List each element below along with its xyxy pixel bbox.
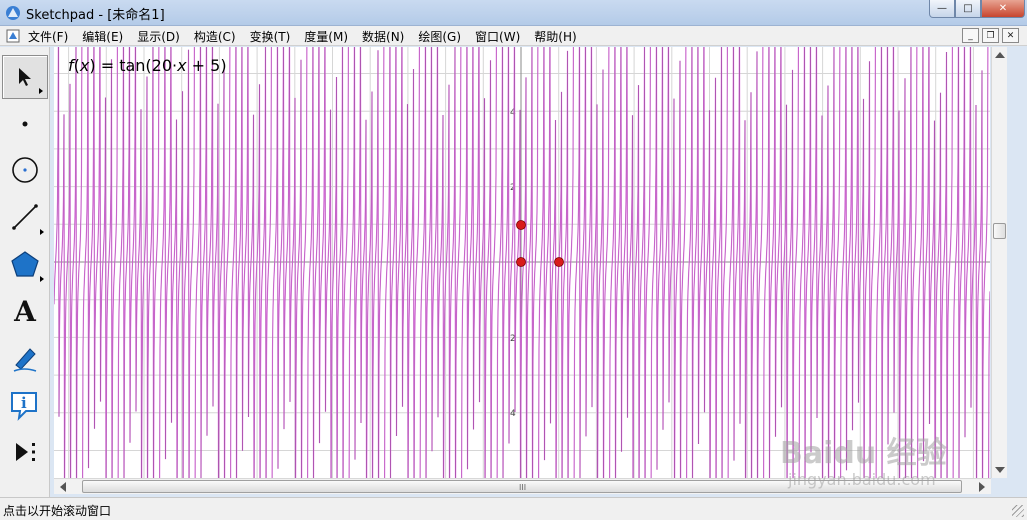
function-expression: = tan(20· bbox=[95, 56, 178, 75]
custom-tool[interactable] bbox=[2, 430, 48, 474]
polygon-tool-icon bbox=[11, 251, 39, 277]
toolbox: A i bbox=[0, 47, 50, 499]
point-tool-icon bbox=[22, 121, 28, 127]
function-name: f bbox=[68, 56, 74, 75]
horizontal-scrollbar[interactable]: III bbox=[54, 478, 991, 494]
marker-tool-icon bbox=[13, 348, 37, 372]
function-variable-2: x bbox=[177, 56, 187, 75]
status-text: 点击以开始滚动窗口 bbox=[3, 504, 112, 518]
resize-grip-icon[interactable] bbox=[1012, 505, 1024, 517]
origin-point[interactable] bbox=[516, 257, 526, 267]
document-icon[interactable] bbox=[6, 29, 20, 43]
menu-measure[interactable]: 度量(M) bbox=[304, 28, 348, 45]
arrow-select-tool-icon bbox=[19, 68, 31, 86]
sketch-canvas[interactable]: 4 2 2 4 f(x) = tan(20·x + 5) bbox=[54, 47, 990, 478]
unit-point[interactable] bbox=[516, 220, 526, 230]
scroll-left-icon[interactable] bbox=[60, 482, 66, 492]
tool-submenu-indicator bbox=[40, 276, 44, 282]
window-title: Sketchpad - [未命名1] bbox=[26, 8, 165, 23]
minimize-button[interactable]: — bbox=[929, 0, 955, 18]
scroll-grip-icon: III bbox=[519, 483, 527, 492]
status-bar: 点击以开始滚动窗口 bbox=[0, 497, 1027, 520]
marker-tool[interactable] bbox=[2, 336, 48, 380]
menu-bar: 文件(F) 编辑(E) 显示(D) 构造(C) 变换(T) 度量(M) 数据(N… bbox=[0, 26, 1027, 46]
vertical-scroll-thumb[interactable] bbox=[993, 223, 1006, 239]
menu-window[interactable]: 窗口(W) bbox=[475, 28, 520, 45]
menu: 文件(F) 编辑(E) 显示(D) 构造(C) 变换(T) 度量(M) 数据(N… bbox=[28, 28, 591, 45]
menu-transform[interactable]: 变换(T) bbox=[250, 28, 291, 45]
function-label[interactable]: f(x) = tan(20·x + 5) bbox=[68, 56, 227, 75]
window-controls: — □ ✕ bbox=[929, 0, 1025, 18]
point-tool[interactable] bbox=[2, 102, 48, 146]
compass-tool[interactable] bbox=[2, 148, 48, 192]
compass-tool-icon bbox=[12, 157, 38, 183]
menu-data[interactable]: 数据(N) bbox=[362, 28, 404, 45]
svg-text:i: i bbox=[21, 394, 27, 412]
straightedge-tool[interactable] bbox=[2, 195, 48, 239]
doc-close-button[interactable]: ✕ bbox=[1002, 28, 1019, 43]
horizontal-scroll-thumb[interactable]: III bbox=[82, 480, 962, 493]
menu-graph[interactable]: 绘图(G) bbox=[418, 28, 461, 45]
menu-file[interactable]: 文件(F) bbox=[28, 28, 68, 45]
menu-help[interactable]: 帮助(H) bbox=[534, 28, 576, 45]
doc-minimize-button[interactable]: _ bbox=[962, 28, 979, 43]
straightedge-tool-icon bbox=[12, 204, 38, 230]
sketchpad-app-icon bbox=[6, 6, 20, 20]
tool-submenu-indicator bbox=[39, 88, 43, 94]
doc-restore-button[interactable]: ❐ bbox=[982, 28, 999, 43]
title-bar[interactable]: Sketchpad - [未命名1] — □ ✕ bbox=[0, 0, 1027, 26]
menu-edit[interactable]: 编辑(E) bbox=[82, 28, 123, 45]
tool-submenu-indicator bbox=[40, 229, 44, 235]
document-window-controls: _ ❐ ✕ bbox=[959, 28, 1019, 43]
polygon-tool[interactable] bbox=[2, 242, 48, 286]
sketchpad-window: Sketchpad - [未命名1] — □ ✕ 文件(F) 编辑(E) 显示(… bbox=[0, 0, 1027, 520]
menu-display[interactable]: 显示(D) bbox=[137, 28, 180, 45]
function-variable: x bbox=[79, 56, 90, 75]
information-tool-icon: i bbox=[11, 392, 37, 421]
custom-tool-icon bbox=[16, 443, 35, 461]
text-tool[interactable]: A bbox=[2, 289, 48, 333]
arrow-select-tool[interactable] bbox=[2, 55, 48, 99]
vertical-scrollbar[interactable] bbox=[991, 47, 1007, 478]
menu-construct[interactable]: 构造(C) bbox=[194, 28, 236, 45]
text-tool-icon: A bbox=[14, 294, 36, 328]
information-tool[interactable]: i bbox=[2, 383, 48, 427]
maximize-button[interactable]: □ bbox=[955, 0, 981, 18]
function-graph[interactable]: 4 2 2 4 bbox=[54, 47, 990, 478]
function-expression-tail: + 5) bbox=[186, 56, 227, 75]
scroll-down-icon[interactable] bbox=[995, 467, 1005, 473]
x-unit-point[interactable] bbox=[554, 257, 564, 267]
scroll-up-icon[interactable] bbox=[995, 52, 1005, 58]
close-button[interactable]: ✕ bbox=[981, 0, 1025, 18]
scroll-right-icon[interactable] bbox=[979, 482, 985, 492]
control-points[interactable] bbox=[516, 220, 564, 267]
